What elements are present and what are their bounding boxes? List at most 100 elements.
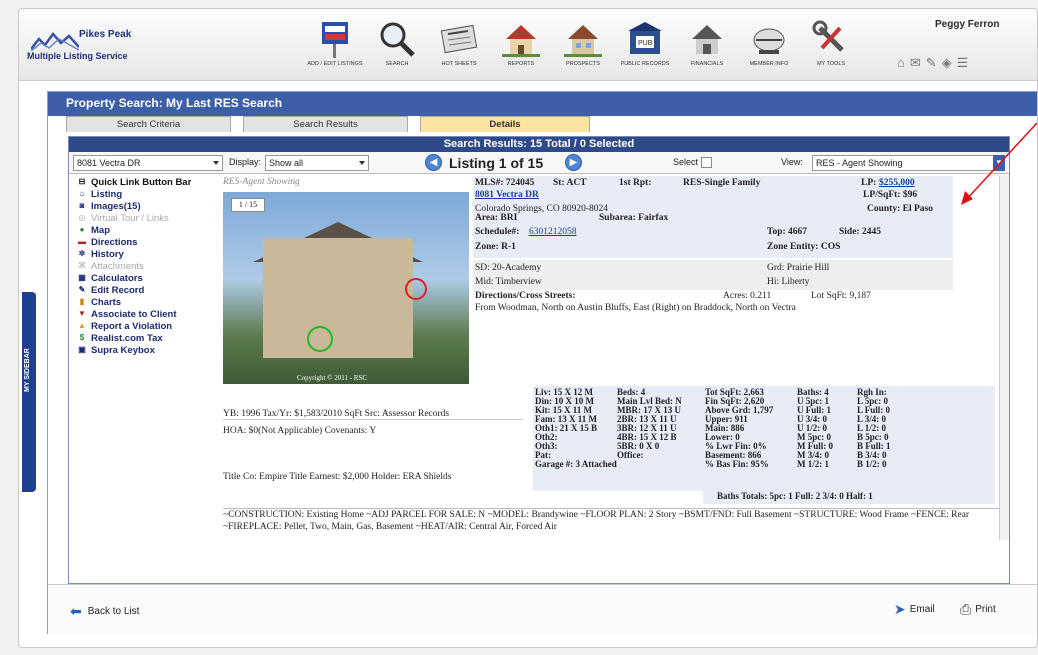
back-arrow-icon: ⬅ — [70, 603, 82, 619]
link-calculators[interactable]: ▦ Calculators — [71, 272, 221, 284]
schools-background — [473, 260, 953, 290]
bar-chart-icon: ▮ — [79, 297, 85, 306]
link-label: Realist.com Tax — [91, 332, 163, 344]
keybox-icon: ▣ — [78, 345, 86, 354]
back-to-list-label: Back to List — [87, 606, 140, 617]
chevron-down-icon — [359, 161, 365, 165]
schedule-label: Schedule#: — [475, 227, 520, 237]
car-icon: ▬ — [78, 237, 86, 246]
summary-background — [473, 176, 953, 258]
email-arrow-icon: ➤ — [894, 601, 906, 617]
hoa-info: HOA: $0(Not Applicable) Covenants: Y — [223, 426, 377, 436]
display-select[interactable]: Show all — [265, 155, 369, 171]
link-map[interactable]: ● Map — [71, 224, 221, 236]
print-button[interactable]: ⎙ Print — [960, 601, 996, 618]
beds-column: Beds: 4 Main Lvl Bed: N MBR: 17 X 13 U 2… — [617, 388, 682, 460]
calculator-icon: ▦ — [78, 273, 86, 282]
link-charts[interactable]: ▮ Charts — [71, 296, 221, 308]
nav-member-info[interactable]: Member Info — [741, 19, 797, 79]
menu-icon[interactable]: ☰ — [957, 55, 969, 71]
year-built-tax: YB: 1996 Tax/Yr: $1,583/2010 SqFt Src: A… — [223, 409, 523, 420]
quick-link-header[interactable]: ⊟ Quick Link Button Bar — [71, 176, 221, 188]
print-label: Print — [975, 604, 996, 615]
schedule-link[interactable]: 6301212058 — [529, 227, 577, 237]
link-label: History — [91, 248, 124, 260]
results-controls: 8081 Vectra DR Display: Show all ◀ Listi… — [69, 152, 1009, 174]
nav-financials[interactable]: Financials — [679, 19, 735, 79]
acres: Acres: 0.211 — [723, 291, 772, 301]
home-icon[interactable]: ⌂ — [897, 55, 905, 71]
nav-search[interactable]: Search — [369, 19, 425, 79]
email-button[interactable]: ➤ Email — [894, 601, 935, 618]
current-user-name[interactable]: Peggy Ferron — [935, 19, 999, 30]
paperclip-icon: ⌘ — [78, 261, 86, 270]
wrench-icon — [811, 19, 851, 59]
link-supra-keybox[interactable]: ▣ Supra Keybox — [71, 344, 221, 356]
funnel-icon: ▼ — [78, 309, 86, 318]
tab-search-results[interactable]: Search Results — [243, 116, 408, 132]
previous-listing-button[interactable]: ◀ — [425, 154, 442, 171]
link-label: Attachments — [91, 260, 144, 272]
my-sidebar-tab[interactable]: MY SIDEBAR — [22, 292, 36, 492]
link-directions[interactable]: ▬ Directions — [71, 236, 221, 248]
nav-label: Hot Sheets — [441, 61, 477, 67]
next-listing-button[interactable]: ▶ — [565, 154, 582, 171]
nav-label: Add / Edit Listings — [307, 61, 363, 67]
nav-my-tools[interactable]: My Tools — [803, 19, 859, 79]
property-search-panel: Property Search: My Last RES Search Sear… — [47, 91, 1037, 634]
bath-row: M 1/2: 1 — [797, 459, 829, 469]
detail-scrollbar[interactable] — [999, 176, 1009, 540]
photo-annotation-circle — [405, 278, 427, 300]
printer-icon: ⎙ — [960, 601, 972, 617]
calendar-icon[interactable]: ✎ — [926, 55, 937, 71]
sqft-row: % Bas Fin: 95% — [705, 459, 769, 469]
envelope-icon[interactable]: ✉ — [910, 55, 921, 71]
quick-link-bar: ⊟ Quick Link Button Bar ⌂ Listing ◙ Images(… — [71, 176, 221, 511]
nav-hot-sheets[interactable]: Hot Sheets — [431, 19, 487, 79]
dollar-icon: $ — [79, 333, 85, 342]
camera-icon: ◙ — [79, 201, 85, 210]
app-frame: Pikes Peak Multiple Listing Service Add … — [18, 8, 1038, 648]
address-select[interactable]: 8081 Vectra DR — [73, 155, 223, 171]
nav-reports[interactable]: Reports — [493, 19, 549, 79]
link-report-violation[interactable]: ▲ Report a Violation — [71, 320, 221, 332]
property-photo[interactable]: 1 / 15 Copyright © 2011 - RSC — [223, 192, 469, 384]
nav-add-edit-listings[interactable]: Add / Edit Listings — [307, 19, 363, 79]
rolodex-icon — [749, 19, 789, 59]
select-checkbox[interactable] — [701, 157, 712, 168]
link-history[interactable]: ✲ History — [71, 248, 221, 260]
mls-logo[interactable]: Pikes Peak Multiple Listing Service — [27, 25, 167, 67]
back-to-list-button[interactable]: ⬅ Back to List — [70, 603, 139, 620]
bed-row: Office: — [617, 450, 644, 460]
link-label: Supra Keybox — [91, 344, 155, 356]
link-listing[interactable]: ⌂ Listing — [71, 188, 221, 200]
link-associate-to-client[interactable]: ▼ Associate to Client — [71, 308, 221, 320]
link-images[interactable]: ◙ Images(15) — [71, 200, 221, 212]
tag-icon[interactable]: ◈ — [942, 55, 952, 71]
middle-school: Mid: Timberview — [475, 277, 542, 287]
link-virtual-tour: ◎ Virtual Tour / Links — [71, 212, 221, 224]
link-label: Report a Violation — [91, 320, 173, 332]
nav-label: Prospects — [566, 61, 600, 67]
svg-text:PUB: PUB — [638, 40, 653, 47]
nav-public-records[interactable]: PUB Public Records — [617, 19, 673, 79]
link-label: Associate to Client — [91, 308, 177, 320]
quick-tools: ⌂ ✉ ✎ ◈ ☰ — [897, 55, 968, 71]
link-label: Charts — [91, 296, 122, 308]
price-per-sqft: LP/SqFt: $96 — [863, 190, 918, 200]
nav-prospects[interactable]: Prospects — [555, 19, 611, 79]
view-select-value: RES - Agent Showing — [816, 158, 903, 168]
report-title: RES-Agent Showing — [223, 177, 300, 187]
list-price-link[interactable]: $255,000 — [879, 178, 915, 188]
logo-line2: Multiple Listing Service — [27, 51, 128, 61]
address-select-value: 8081 Vectra DR — [77, 158, 141, 168]
tab-search-criteria[interactable]: Search Criteria — [66, 116, 231, 132]
directions-label: Directions/Cross Streets: — [475, 291, 576, 301]
tab-details[interactable]: Details — [420, 116, 590, 132]
public-building-icon: PUB — [625, 19, 665, 59]
link-realist-tax[interactable]: $ Realist.com Tax — [71, 332, 221, 344]
address-link[interactable]: 8081 Vectra DR — [475, 190, 539, 200]
list-price-label: LP: — [861, 178, 877, 188]
house-prospect-icon — [563, 19, 603, 59]
link-edit-record[interactable]: ✎ Edit Record — [71, 284, 221, 296]
